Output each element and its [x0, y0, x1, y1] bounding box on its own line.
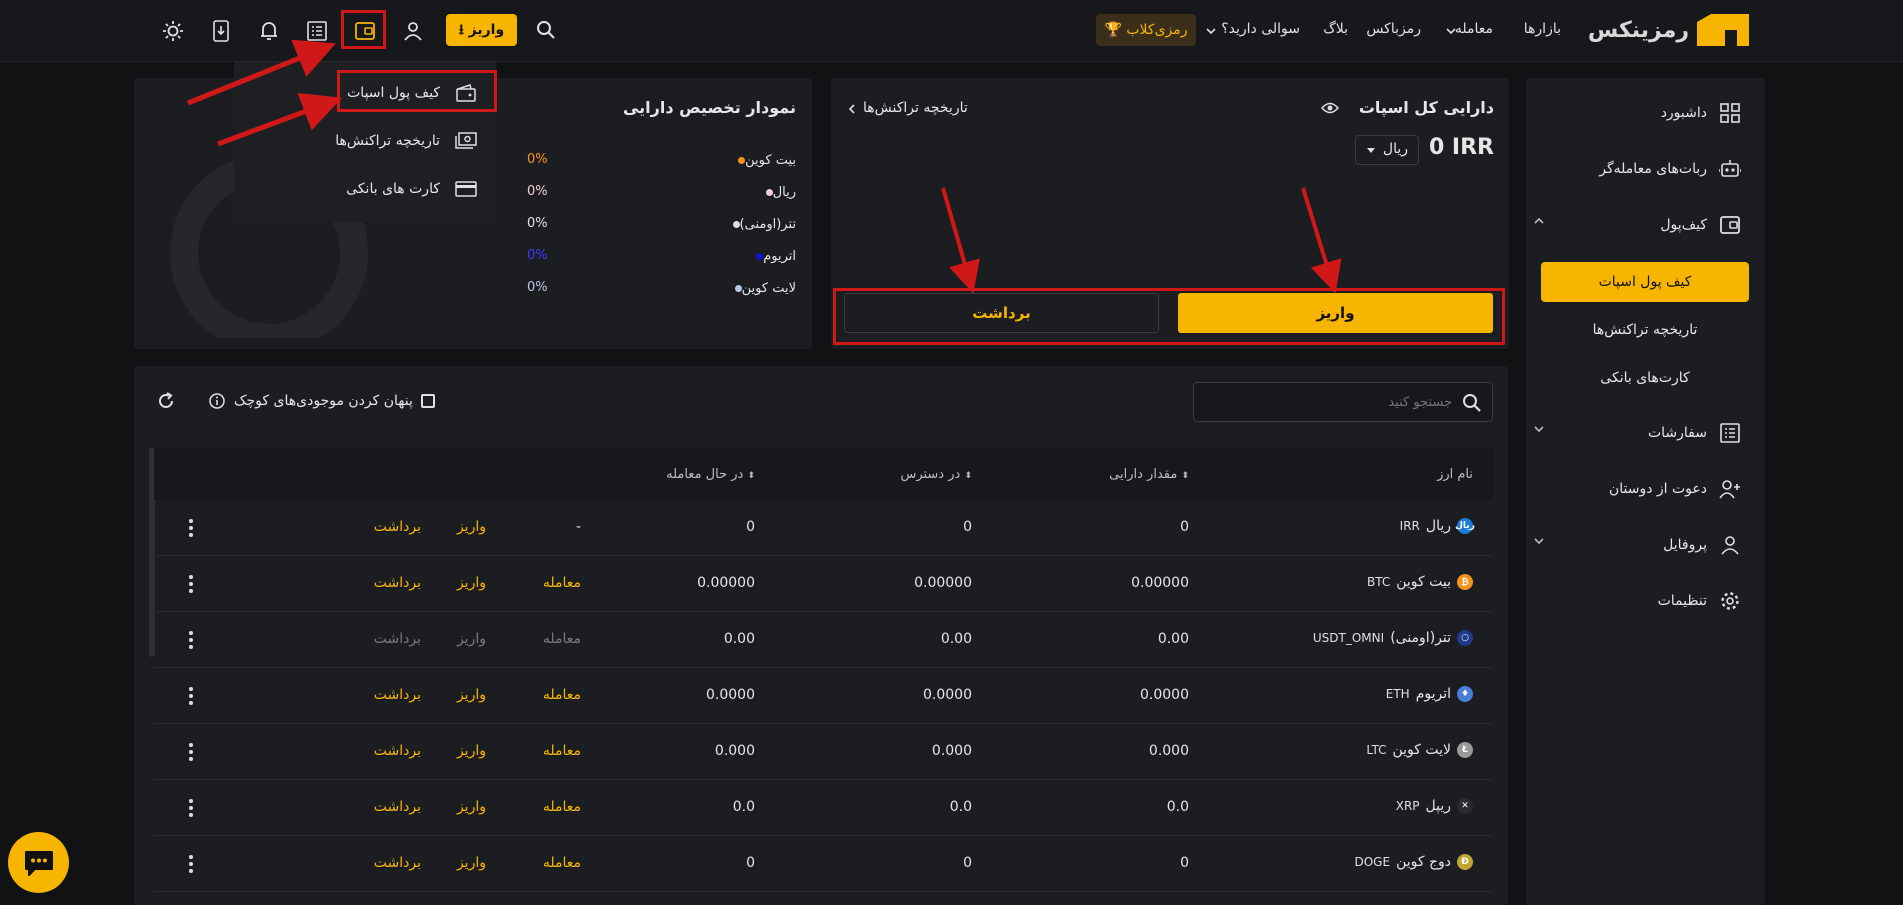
chat-bubble-icon — [24, 850, 53, 876]
annotation-arrows — [187, 39, 1342, 294]
chat-support-button[interactable] — [8, 832, 69, 893]
